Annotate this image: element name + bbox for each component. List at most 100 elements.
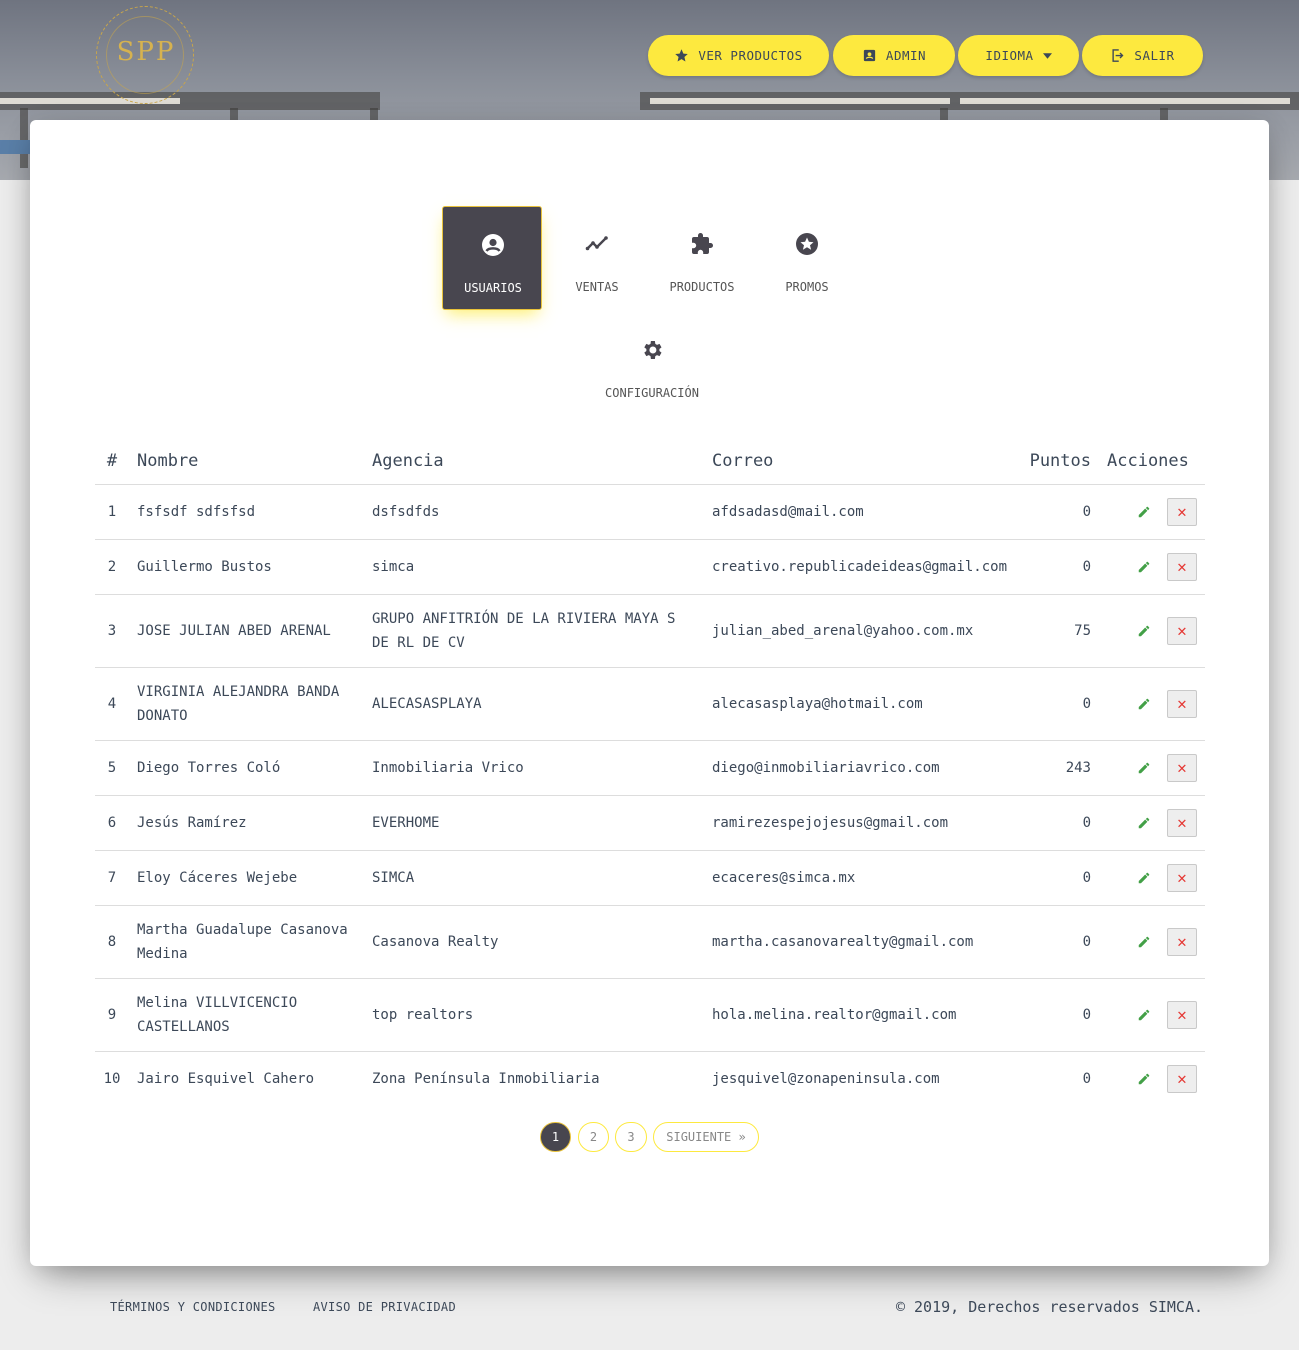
tab-configuracion[interactable]: CONFIGURACIÓN [602,312,702,416]
row-puntos: 0 [1017,795,1099,851]
page-1-button[interactable]: 1 [540,1122,571,1152]
delete-button[interactable]: ✕ [1167,689,1197,718]
edit-button[interactable] [1131,690,1157,718]
edit-button[interactable] [1131,809,1157,837]
caret-down-icon [1042,52,1052,59]
row-puntos: 75 [1017,594,1099,668]
row-agencia: simca [364,539,704,595]
delete-button[interactable]: ✕ [1167,753,1197,782]
table-header-row: # Nombre Agencia Correo Puntos Acciones [95,438,1205,485]
delete-button[interactable]: ✕ [1167,616,1197,645]
row-nombre: Diego Torres Coló [129,740,364,796]
row-agencia: top realtors [364,978,704,1052]
row-correo: ecaceres@simca.mx [704,850,1017,906]
edit-button[interactable] [1131,498,1157,526]
tab-configuracion-label: CONFIGURACIÓN [605,386,699,400]
delete-button[interactable]: ✕ [1167,927,1197,956]
row-puntos: 243 [1017,740,1099,796]
trend-line-icon [585,236,608,251]
row-actions: ✕ [1099,594,1205,668]
idioma-dropdown[interactable]: IDIOMA [958,35,1079,76]
close-icon: ✕ [1177,931,1187,951]
edit-button[interactable] [1131,928,1157,956]
next-page-button[interactable]: SIGUIENTE » [653,1122,759,1152]
users-table: # Nombre Agencia Correo Puntos Acciones … [95,438,1205,1106]
row-nombre: Guillermo Bustos [129,539,364,595]
row-agencia: ALECASASPLAYA [364,667,704,741]
salir-button[interactable]: SALIR [1082,35,1203,76]
page-2-button[interactable]: 2 [578,1122,609,1152]
edit-button[interactable] [1131,864,1157,892]
row-number: 3 [95,594,129,668]
edit-button[interactable] [1131,1001,1157,1029]
row-agencia: Casanova Realty [364,905,704,979]
delete-button[interactable]: ✕ [1167,808,1197,837]
col-agencia: Agencia [364,438,704,485]
tab-ventas[interactable]: VENTAS [547,206,647,310]
copyright-text: © 2019, Derechos reservados SIMCA. [895,1298,1203,1316]
row-number: 2 [95,539,129,595]
edit-button[interactable] [1131,553,1157,581]
row-nombre: Eloy Cáceres Wejebe [129,850,364,906]
row-agencia: Inmobiliaria Vrico [364,740,704,796]
close-icon: ✕ [1177,693,1187,713]
spp-logo[interactable]: SPP [96,6,194,104]
ver-productos-button[interactable]: VER PRODUCTOS [648,35,829,76]
star-icon [675,49,689,62]
row-actions: ✕ [1099,484,1205,540]
tab-promos[interactable]: PROMOS [757,206,857,310]
idioma-label: IDIOMA [985,48,1034,63]
edit-button[interactable] [1131,1065,1157,1093]
tab-usuarios[interactable]: USUARIOS [442,206,542,310]
row-number: 6 [95,795,129,851]
pencil-icon [1138,762,1150,773]
row-actions: ✕ [1099,539,1205,595]
table-row: 1 fsfsdf sdfsfsd dsfsdfds afdsadasd@mail.co… [95,484,1205,540]
row-puntos: 0 [1017,667,1099,741]
row-nombre: Jesús Ramírez [129,795,364,851]
row-nombre: Jairo Esquivel Cahero [137,1070,315,1087]
row-nombre: Martha Guadalupe Casanova Medina [129,905,364,979]
close-icon: ✕ [1177,757,1187,777]
col-correo: Correo [704,438,1017,485]
close-icon: ✕ [1177,812,1187,832]
salir-label: SALIR [1134,48,1175,63]
row-nombre: JOSE JULIAN ABED ARENAL [129,594,364,668]
row-number: 8 [95,905,129,979]
delete-button[interactable]: ✕ [1167,1000,1197,1029]
row-puntos: 0 [1017,850,1099,906]
terminos-link[interactable]: TÉRMINOS Y CONDICIONES [110,1300,276,1314]
table-row: 2 Guillermo Bustos simca creativo.republica… [95,539,1205,595]
close-icon: ✕ [1177,556,1187,576]
row-nombre: VIRGINIA ALEJANDRA BANDA DONATO [129,667,364,741]
table-row: 9 Melina VILLVICENCIO CASTELLANOS top real… [95,978,1205,1052]
star-circle-icon [796,233,818,255]
aviso-privacidad-link[interactable]: AVISO DE PRIVACIDAD [313,1300,456,1314]
row-number: 7 [95,850,129,906]
edit-button[interactable] [1131,754,1157,782]
table-row: 8 Martha Guadalupe Casanova Medina Casanov… [95,905,1205,979]
row-puntos: 0 [1017,905,1099,979]
row-nombre: fsfsdf sdfsfsd [129,484,364,540]
admin-label: ADMIN [885,48,927,63]
delete-button[interactable]: ✕ [1167,497,1197,526]
admin-button[interactable]: ADMIN [833,35,955,76]
user-circle-icon [482,234,504,256]
delete-button[interactable]: ✕ [1167,552,1197,581]
delete-button[interactable]: ✕ [1167,1064,1197,1093]
tab-productos[interactable]: PRODUCTOS [652,206,752,310]
delete-button[interactable]: ✕ [1167,863,1197,892]
edit-button[interactable] [1131,617,1157,645]
row-actions: ✕ [1099,850,1205,906]
row-actions: ✕ [1099,905,1205,979]
pencil-icon [1138,936,1150,947]
table-row: 5 Diego Torres Coló Inmobiliaria Vrico dieg… [95,740,1205,796]
id-card-icon [863,49,876,62]
page-3-button[interactable]: 3 [615,1122,647,1152]
row-agencia: EVERHOME [364,795,704,851]
tab-promos-label: PROMOS [785,280,829,294]
pencil-icon [1138,1073,1150,1084]
row-puntos: 0 [1082,1070,1091,1087]
table-row: 7 Eloy Cáceres Wejebe SIMCA ecaceres@simca.… [95,850,1205,906]
row-agencia: GRUPO ANFITRIÓN DE LA RIVIERA MAYA S DE … [364,594,704,668]
